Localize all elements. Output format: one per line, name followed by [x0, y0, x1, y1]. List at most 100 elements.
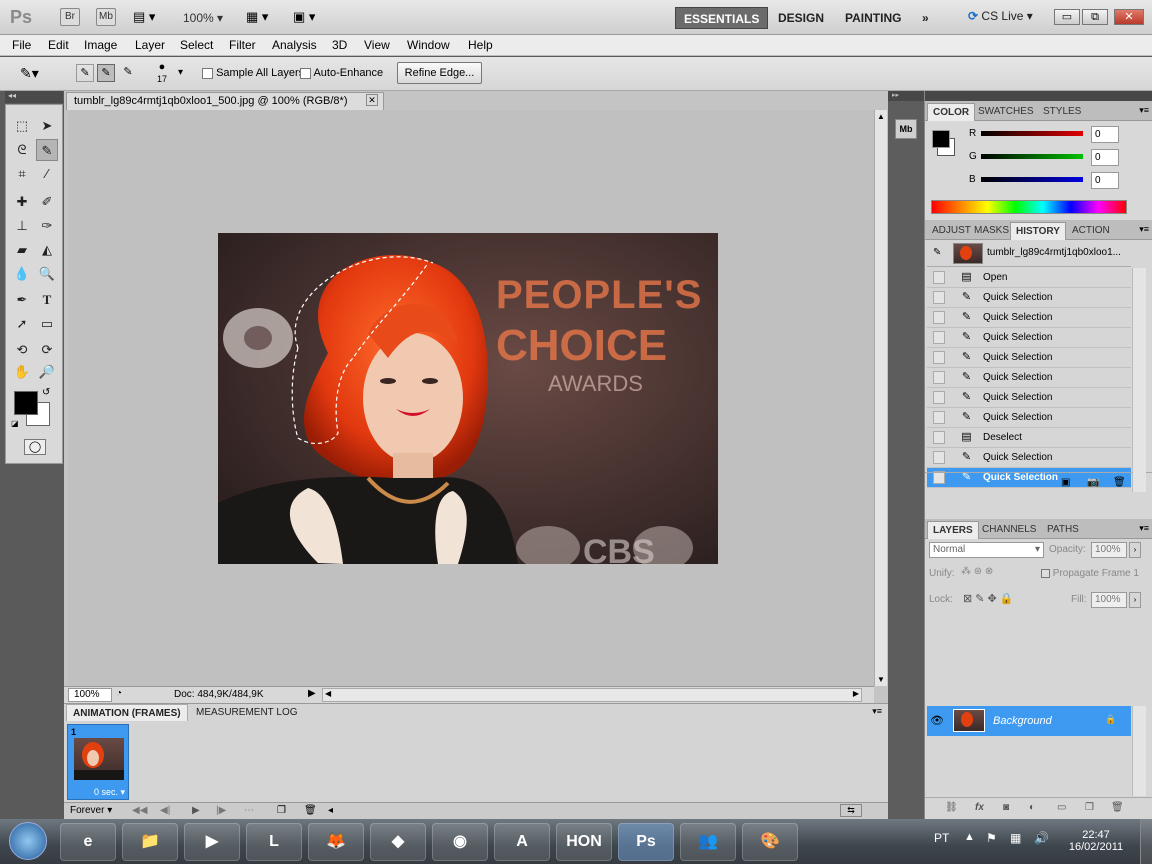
language-indicator[interactable]: PT [934, 831, 949, 845]
brush-picker-arrow[interactable]: ▾ [178, 67, 183, 78]
scroll-left-icon[interactable]: ◀ [325, 689, 331, 698]
media-player-icon[interactable]: ▶ [184, 823, 240, 861]
type-tool-icon[interactable]: T [36, 289, 58, 311]
menu-filter[interactable]: Filter [229, 38, 256, 52]
history-state[interactable]: ✎ Quick Selection [927, 348, 1131, 368]
delete-frame-icon[interactable]: 🗑 [304, 805, 317, 816]
tab-measurement-log[interactable]: MEASUREMENT LOG [190, 704, 304, 721]
swap-colors-icon[interactable]: ↺ [42, 387, 50, 398]
workspace-essentials[interactable]: ESSENTIALS [675, 7, 769, 29]
new-selection-brush-icon[interactable]: ✎ [76, 64, 94, 82]
history-snapshot[interactable]: ✎ tumblr_lg89c4rmtj1qb0xloo1... [927, 241, 1131, 267]
refine-edge-button[interactable]: Refine Edge... [397, 62, 482, 84]
opacity-field[interactable]: 100% [1091, 542, 1127, 558]
menu-window[interactable]: Window [407, 38, 450, 52]
history-brush-tool-icon[interactable]: ✑ [36, 215, 58, 237]
adjustment-layer-icon[interactable]: ◐ [1029, 802, 1035, 813]
eraser-tool-icon[interactable]: ▰ [11, 239, 33, 261]
unify-icons[interactable]: ⁂ ⊛ ⊗ [961, 566, 993, 577]
history-state[interactable]: ▤ Open [927, 268, 1131, 288]
crop-tool-icon[interactable]: ⌗ [11, 163, 33, 185]
propagate-frame-checkbox[interactable]: Propagate Frame 1 [1041, 568, 1139, 579]
restore-button[interactable]: ⧉ [1082, 9, 1108, 25]
history-brush-source-box[interactable] [933, 411, 945, 424]
tween-icon[interactable]: ⋯ [244, 805, 254, 816]
frame-delay[interactable]: 0 sec. ▾ [94, 787, 125, 798]
history-scrollbar[interactable] [1132, 268, 1146, 492]
toolbox-header[interactable]: ◂◂ [5, 91, 63, 103]
status-zoom-field[interactable]: 100% [68, 688, 112, 702]
channel-r-slider[interactable] [981, 131, 1083, 136]
firefox-icon[interactable]: 🦊 [308, 823, 364, 861]
layers-scrollbar[interactable] [1132, 706, 1146, 796]
timeline-scroll-left-icon[interactable]: ◂ [328, 805, 333, 816]
start-button[interactable] [2, 819, 52, 864]
status-info-icon[interactable]: ◔ [116, 688, 122, 699]
scroll-down-icon[interactable]: ▼ [877, 675, 885, 684]
paint-bucket-tool-icon[interactable]: ◭ [36, 239, 58, 261]
history-panel-menu-icon[interactable]: ▾≡ [1139, 224, 1149, 235]
zoom-level-dropdown[interactable]: 100% ▾ [183, 11, 223, 25]
horizontal-scrollbar[interactable]: ◀ ▶ [322, 688, 862, 702]
tab-channels[interactable]: CHANNELS [977, 521, 1041, 539]
subtract-selection-brush-icon[interactable]: ✎ [119, 64, 137, 82]
chrome-icon[interactable]: ◉ [432, 823, 488, 861]
brush-picker[interactable]: ● 17 [157, 61, 167, 85]
menu-analysis[interactable]: Analysis [272, 38, 317, 52]
layer-visibility-eye-icon[interactable]: 👁 [930, 714, 944, 727]
paint-icon[interactable]: 🎨 [742, 823, 798, 861]
tab-history[interactable]: HISTORY [1010, 222, 1066, 240]
show-desktop-button[interactable] [1140, 819, 1152, 864]
screen-mode-button[interactable]: ▣ ▾ [293, 9, 315, 25]
color-panel-menu-icon[interactable]: ▾≡ [1139, 105, 1149, 116]
volume-icon[interactable]: 🔊 [1034, 831, 1049, 845]
more-workspaces-button[interactable]: » [914, 7, 937, 29]
history-brush-source-box[interactable] [933, 271, 945, 284]
menu-edit[interactable]: Edit [48, 38, 69, 52]
quick-mask-icon[interactable]: ◯ [24, 439, 46, 455]
panel-menu-icon[interactable]: ▾≡ [872, 706, 882, 717]
previous-frame-icon[interactable]: ◀| [160, 805, 170, 816]
opacity-slider-arrow[interactable]: › [1129, 542, 1141, 558]
blend-mode-dropdown[interactable]: Normal ▾ [929, 542, 1044, 558]
document-tab[interactable]: tumblr_lg89c4rmtj1qb0xloo1_500.jpg @ 100… [66, 92, 384, 110]
channel-b-value[interactable]: 0 [1091, 172, 1119, 189]
tab-layers[interactable]: LAYERS [927, 521, 979, 539]
file-explorer-icon[interactable]: 📁 [122, 823, 178, 861]
new-group-icon[interactable]: ▭ [1057, 802, 1066, 813]
duplicate-frame-icon[interactable]: ❐ [277, 805, 286, 816]
3d-rotate-tool-icon[interactable]: ⟲ [11, 339, 33, 361]
mini-bridge-button[interactable]: Mb [96, 8, 116, 26]
loop-options-dropdown[interactable]: Forever ▾ [70, 805, 112, 816]
channel-g-slider[interactable] [981, 154, 1083, 159]
photoshop-icon[interactable]: Ps [618, 823, 674, 861]
cs-live-button[interactable]: ⟳ CS Live ▾ [968, 9, 1033, 23]
history-brush-source-box[interactable] [933, 311, 945, 324]
layer-style-icon[interactable]: fx [975, 802, 984, 813]
league-of-legends-icon[interactable]: L [246, 823, 302, 861]
next-frame-icon[interactable]: |▶ [216, 805, 226, 816]
quick-selection-tool-icon[interactable]: ✎ [36, 139, 58, 161]
lock-icons[interactable]: ⊠ ✎ ✥ 🔒 [963, 592, 1014, 605]
zoom-tool-icon[interactable]: 🔎 [36, 361, 58, 383]
tab-actions[interactable]: ACTION [1067, 222, 1115, 240]
first-frame-icon[interactable]: ◀◀ [132, 805, 147, 816]
network-icon[interactable]: ▦ [1010, 831, 1021, 845]
messenger-icon[interactable]: 👥 [680, 823, 736, 861]
menu-view[interactable]: View [364, 38, 390, 52]
strip-collapse-icon[interactable]: ▸▸ [888, 91, 924, 101]
history-brush-source-box[interactable] [933, 431, 945, 444]
history-state[interactable]: ▤ Deselect [927, 428, 1131, 448]
history-state[interactable]: ✎ Quick Selection [927, 408, 1131, 428]
status-menu-arrow[interactable]: ▶ [308, 688, 316, 699]
channel-g-value[interactable]: 0 [1091, 149, 1119, 166]
auto-enhance-checkbox[interactable]: Auto-Enhance [300, 67, 383, 79]
vertical-scrollbar[interactable]: ▲ ▼ [874, 110, 887, 686]
view-extras-button[interactable]: ▤ ▾ [133, 9, 163, 25]
tab-animation-frames[interactable]: ANIMATION (FRAMES) [66, 704, 188, 721]
new-layer-icon[interactable]: ❐ [1085, 802, 1094, 813]
move-tool-icon[interactable]: ➤ [36, 115, 58, 137]
history-brush-source-box[interactable] [933, 391, 945, 404]
pen-tool-icon[interactable]: ✒ [11, 289, 33, 311]
layers-panel-menu-icon[interactable]: ▾≡ [1139, 523, 1149, 534]
